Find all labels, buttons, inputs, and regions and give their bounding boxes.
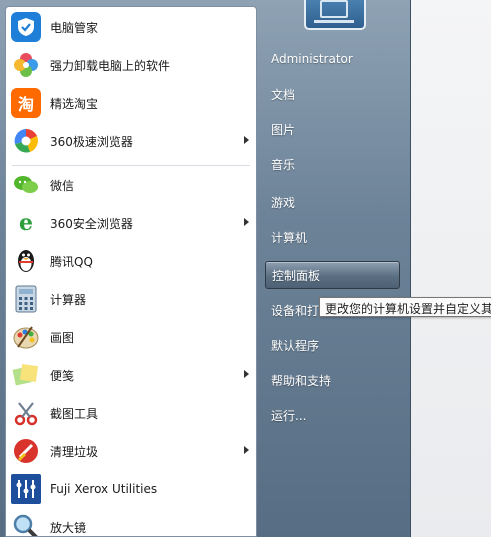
right-item-documents[interactable]: 文档 [265,80,400,108]
program-label: 画图 [50,330,75,345]
sticky-notes-icon [11,360,41,390]
360-chrome-icon [11,126,41,156]
user-picture[interactable] [304,0,366,30]
submenu-arrow-icon [244,218,249,226]
shield-icon [11,12,41,42]
program-item-pc-manager[interactable]: 电脑管家 [8,9,254,45]
program-label: 截图工具 [50,406,99,421]
program-label: 便笺 [50,368,75,383]
program-item-uninstaller[interactable]: 强力卸载电脑上的软件 [8,47,254,83]
menu-separator [12,165,250,166]
program-item-cleaner[interactable]: 清理垃圾 [8,433,254,469]
right-item-run[interactable]: 运行... [265,401,400,429]
submenu-arrow-icon [244,370,249,378]
scissors-icon [11,398,41,428]
program-item-sticky-notes[interactable]: 便笺 [8,357,254,393]
calculator-icon [11,284,41,314]
program-label: Fuji Xerox Utilities [50,482,158,496]
paint-palette-icon [11,322,41,352]
submenu-arrow-icon [244,136,249,144]
program-item-magnifier[interactable]: 放大镜 [8,509,254,536]
program-item-snipping-tool[interactable]: 截图工具 [8,395,254,431]
flower-icon [11,50,41,80]
wechat-icon [11,170,41,200]
programs-panel: 电脑管家 强力卸载电脑上的软件 淘 精选淘宝 360极速浏览器 微信 e 360… [5,6,257,537]
right-item-games[interactable]: 游戏 [265,188,400,216]
monitor-icon [320,0,348,18]
start-menu: 电脑管家 强力卸载电脑上的软件 淘 精选淘宝 360极速浏览器 微信 e 360… [0,0,411,537]
tooltip: 更改您的计算机设置并自定义其 [319,297,491,317]
program-item-wechat[interactable]: 微信 [8,167,254,203]
monitor-stand [314,20,354,23]
magnifier-icon [11,512,41,536]
right-item-computer[interactable]: 计算机 [265,223,400,251]
program-label: 计算器 [50,292,87,307]
program-item-qq[interactable]: 腾讯QQ [8,243,254,279]
program-label: 360安全浏览器 [50,216,133,231]
program-label: 微信 [50,178,75,193]
360-ie-icon: e [11,208,41,238]
right-item-pictures[interactable]: 图片 [265,115,400,143]
desktop-background [410,0,491,537]
program-item-calculator[interactable]: 计算器 [8,281,254,317]
program-label: 强力卸载电脑上的软件 [50,58,171,73]
program-label: 清理垃圾 [50,444,99,459]
right-item-music[interactable]: 音乐 [265,150,400,178]
fuji-xerox-icon [11,474,41,504]
qq-penguin-icon [11,246,41,276]
right-item-help-support[interactable]: 帮助和支持 [265,366,400,394]
program-label: 360极速浏览器 [50,134,133,149]
program-label: 腾讯QQ [50,254,93,269]
program-label: 放大镜 [50,520,87,535]
program-item-fuji-xerox[interactable]: Fuji Xerox Utilities [8,471,254,507]
taobao-icon: 淘 [11,88,41,118]
program-label: 精选淘宝 [50,96,99,111]
program-item-paint[interactable]: 画图 [8,319,254,355]
program-item-360-browser[interactable]: e 360安全浏览器 [8,205,254,241]
program-item-360-chrome[interactable]: 360极速浏览器 [8,123,254,159]
submenu-arrow-icon [244,446,249,454]
right-item-administrator[interactable]: Administrator [265,45,400,73]
program-item-taobao[interactable]: 淘 精选淘宝 [8,85,254,121]
right-item-default-programs[interactable]: 默认程序 [265,331,400,359]
program-label: 电脑管家 [50,20,99,35]
right-item-control-panel[interactable]: 控制面板 [265,261,400,289]
cleaner-icon [11,436,41,466]
